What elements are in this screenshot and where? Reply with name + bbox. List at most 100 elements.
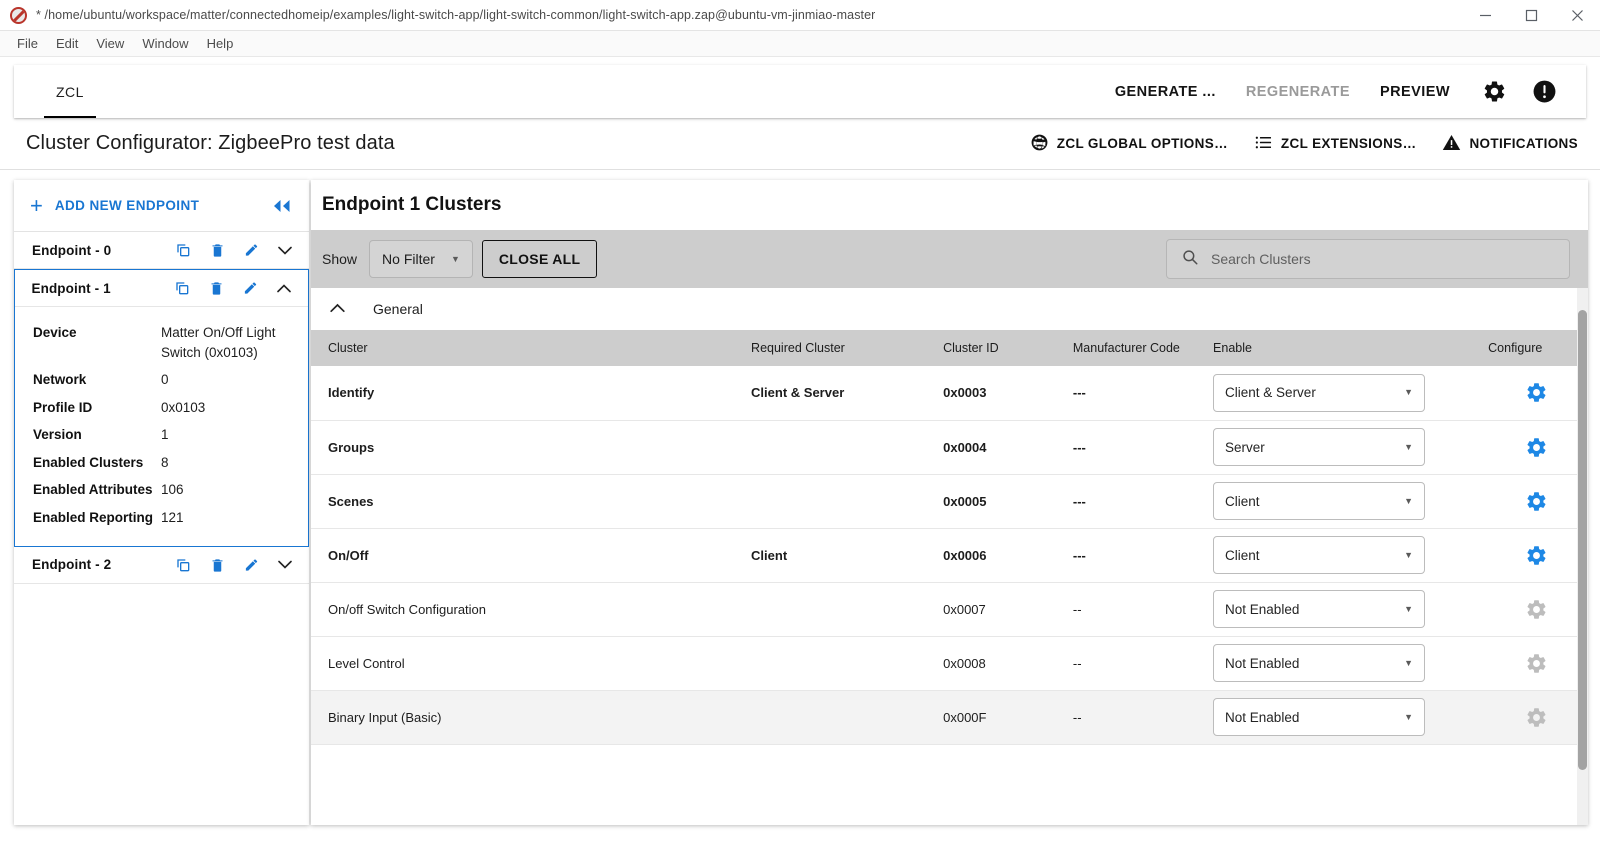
enable-select[interactable]: Client & Server ▼ (1213, 373, 1426, 412)
detail-key: Profile ID (33, 399, 93, 415)
menu-item-help[interactable]: Help (198, 33, 243, 54)
chevron-down-icon[interactable] (275, 246, 295, 255)
copy-icon[interactable] (172, 280, 192, 296)
cell-cluster-id: 0x0005 (939, 474, 1069, 529)
detail-value: 0x0103 (161, 399, 206, 415)
col-header-cluster: Cluster (311, 330, 748, 366)
vertical-scrollbar-thumb[interactable] (1578, 310, 1587, 770)
chevron-up-icon[interactable] (330, 300, 345, 318)
detail-row-enabled-attributes: Enabled Attributes 106 (33, 476, 292, 504)
configure-gear-icon[interactable] (1488, 490, 1584, 513)
endpoint-card-2: Endpoint - 2 (14, 546, 309, 584)
clusters-table-head: Cluster Required Cluster Cluster ID Manu… (311, 330, 1588, 366)
menu-item-view[interactable]: View (87, 33, 133, 54)
endpoint-row-2[interactable]: Endpoint - 2 (14, 547, 309, 584)
configure-gear-icon[interactable] (1488, 598, 1584, 621)
table-row[interactable]: Binary Input (Basic) 0x000F -- Not Enabl… (311, 690, 1588, 745)
cell-manufacturer-code: --- (1068, 474, 1210, 529)
regenerate-button[interactable]: REGENERATE (1232, 76, 1364, 108)
cluster-group-general[interactable]: General (311, 288, 1588, 330)
cell-required: Client & Server (747, 366, 940, 421)
configure-gear-icon[interactable] (1488, 381, 1584, 404)
table-row[interactable]: Level Control 0x0008 -- Not Enabled ▼ (311, 636, 1588, 691)
cell-required (747, 636, 940, 691)
trash-icon[interactable] (207, 242, 227, 258)
cell-enable: Client ▼ (1209, 528, 1485, 583)
generate-button[interactable]: GENERATE ... (1101, 76, 1230, 108)
enable-select[interactable]: Client ▼ (1213, 482, 1426, 520)
page-header-actions: ZCL GLOBAL OPTIONS… ZCL EXTENSIONS… NOTI… (1030, 133, 1578, 155)
settings-gear-icon[interactable] (1474, 72, 1514, 112)
endpoint-card-1: Endpoint - 1 Device Matter On/Off Light … (14, 269, 309, 547)
filter-select-value: No Filter (382, 251, 435, 267)
copy-icon[interactable] (173, 557, 193, 573)
table-row[interactable]: Scenes 0x0005 --- Client ▼ (311, 474, 1588, 529)
cell-cluster: Level Control (311, 636, 748, 691)
pencil-icon[interactable] (241, 557, 261, 573)
pencil-icon[interactable] (240, 280, 260, 296)
enable-select[interactable]: Not Enabled ▼ (1213, 644, 1426, 682)
enable-select[interactable]: Server ▼ (1213, 428, 1426, 466)
detail-key: Enabled Attributes (33, 482, 153, 498)
detail-row-enabled-reporting: Enabled Reporting 121 (33, 504, 292, 532)
endpoint-sidebar: + ADD NEW ENDPOINT Endpoint - 0 Endpoint… (14, 180, 309, 825)
minimize-icon[interactable] (1462, 0, 1508, 31)
detail-key: Enabled Clusters (33, 454, 144, 470)
detail-key: Device (33, 325, 77, 340)
enable-select[interactable]: Not Enabled ▼ (1213, 698, 1426, 736)
main-body: + ADD NEW ENDPOINT Endpoint - 0 Endpoint… (0, 170, 1600, 833)
endpoint-2-label: Endpoint - 2 (32, 557, 112, 572)
chevron-up-icon[interactable] (274, 283, 294, 293)
detail-row-profile-id: Profile ID 0x0103 (33, 394, 292, 422)
exclamation-circle-icon[interactable] (1524, 72, 1564, 112)
cell-cluster: Scenes (311, 474, 748, 529)
chevron-down-icon[interactable] (275, 560, 295, 569)
globe-icon (1030, 133, 1049, 155)
add-new-endpoint-button[interactable]: + ADD NEW ENDPOINT (14, 180, 309, 232)
detail-value: 0 (161, 372, 169, 388)
enable-select-value: Server (1225, 439, 1265, 455)
preview-button[interactable]: PREVIEW (1366, 76, 1464, 108)
enable-select[interactable]: Not Enabled ▼ (1213, 590, 1426, 628)
copy-icon[interactable] (173, 242, 193, 258)
warning-triangle-icon (1442, 133, 1461, 155)
configure-gear-icon[interactable] (1488, 436, 1584, 459)
close-icon[interactable] (1554, 0, 1600, 31)
menu-item-edit[interactable]: Edit (47, 33, 87, 54)
menu-item-window[interactable]: Window (133, 33, 197, 54)
trash-icon[interactable] (206, 280, 226, 296)
enable-select[interactable]: Client ▼ (1213, 536, 1426, 574)
vertical-scrollbar-track[interactable] (1577, 288, 1588, 825)
close-all-button[interactable]: CLOSE ALL (481, 240, 598, 278)
detail-value: Matter On/Off Light Switch (0x0103) (161, 325, 276, 360)
filter-select[interactable]: No Filter ▼ (369, 240, 473, 278)
notifications-button[interactable]: NOTIFICATIONS (1442, 133, 1578, 155)
pencil-icon[interactable] (241, 242, 261, 258)
menu-item-file[interactable]: File (8, 33, 47, 54)
table-row[interactable]: On/off Switch Configuration 0x0007 -- No… (311, 582, 1588, 637)
notifications-label: NOTIFICATIONS (1469, 136, 1578, 151)
tab-zcl-label: ZCL (56, 83, 84, 100)
search-clusters-input[interactable]: Search Clusters (1166, 239, 1570, 279)
zcl-global-options-label: ZCL GLOBAL OPTIONS… (1056, 136, 1228, 151)
endpoint-row-1[interactable]: Endpoint - 1 (15, 270, 308, 307)
collapse-left-icon[interactable] (271, 199, 293, 213)
search-placeholder: Search Clusters (1211, 251, 1311, 267)
table-row[interactable]: Groups 0x0004 --- Server ▼ (311, 420, 1588, 475)
trash-icon[interactable] (207, 557, 227, 573)
endpoint-row-0[interactable]: Endpoint - 0 (14, 232, 309, 269)
configure-gear-icon[interactable] (1488, 706, 1584, 729)
cell-cluster: On/off Switch Configuration (311, 582, 748, 637)
table-row[interactable]: On/Off Client 0x0006 --- Client ▼ (311, 528, 1588, 583)
tab-zcl[interactable]: ZCL (36, 65, 104, 118)
configure-gear-icon[interactable] (1488, 544, 1584, 567)
cell-cluster-id: 0x000F (939, 690, 1069, 745)
zcl-global-options-button[interactable]: ZCL GLOBAL OPTIONS… (1030, 133, 1228, 155)
table-row[interactable]: Identify Client & Server 0x0003 --- Clie… (311, 366, 1588, 421)
show-label: Show (322, 251, 358, 267)
chevron-down-icon: ▼ (1404, 441, 1414, 452)
maximize-icon[interactable] (1508, 0, 1554, 31)
zcl-extensions-label: ZCL EXTENSIONS… (1280, 136, 1417, 151)
zcl-extensions-button[interactable]: ZCL EXTENSIONS… (1254, 133, 1417, 155)
configure-gear-icon[interactable] (1488, 652, 1584, 675)
